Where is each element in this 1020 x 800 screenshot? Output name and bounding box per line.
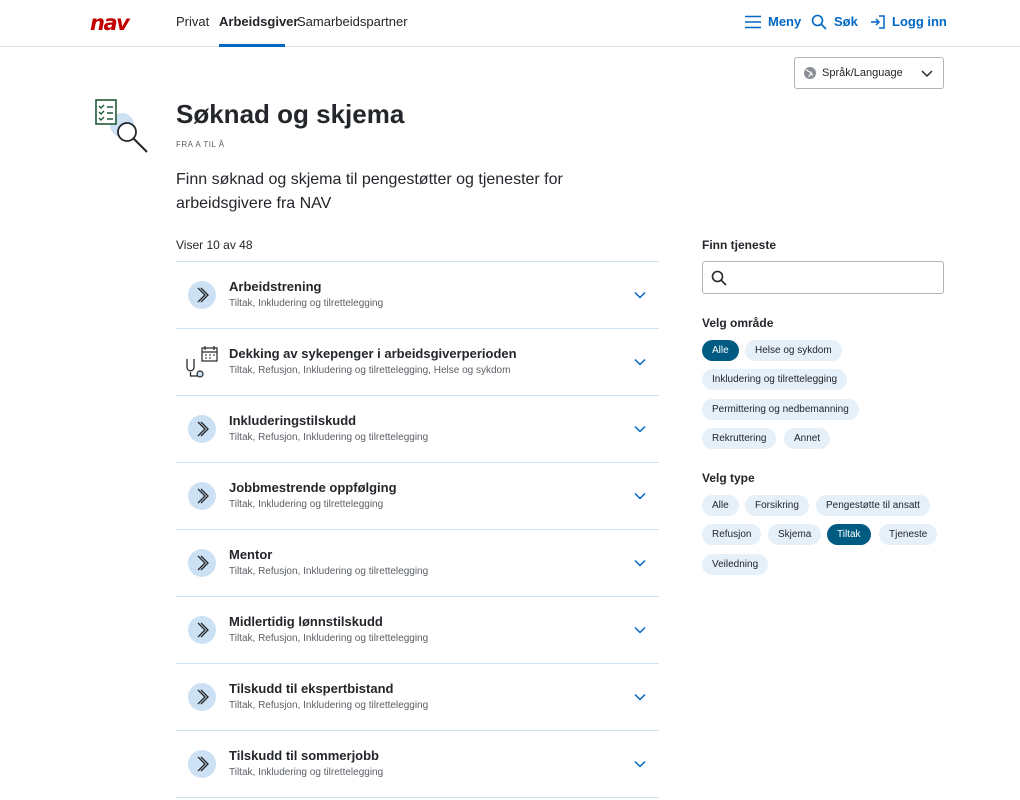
item-title: Mentor — [229, 547, 273, 562]
globe-icon — [804, 67, 816, 79]
result-count: Viser 10 av 48 — [176, 238, 253, 252]
type-filter-label: Velg type — [702, 471, 755, 485]
chevron-down-icon[interactable] — [634, 425, 646, 433]
search-field-label: Finn tjeneste — [702, 238, 777, 252]
type-chip-forsikring[interactable]: Forsikring — [745, 495, 809, 516]
language-label: Språk/Language — [822, 67, 903, 79]
chevron-circle-icon — [188, 482, 216, 510]
search-icon — [811, 14, 827, 30]
type-chip-pengestotte[interactable]: Pengestøtte til ansatt — [816, 495, 930, 516]
service-search-input[interactable] — [733, 266, 938, 289]
item-tags: Tiltak, Refusjon, Inkludering og tilrett… — [229, 432, 429, 443]
search-label: Søk — [834, 14, 858, 29]
service-search-field[interactable] — [702, 261, 944, 294]
chevron-circle-icon — [188, 281, 216, 309]
nav-link-privat[interactable]: Privat — [176, 14, 209, 30]
item-title: Jobbmestrende oppfølging — [229, 480, 397, 495]
list-item[interactable]: Tilskudd til sommerjobb Tiltak, Inkluder… — [176, 731, 659, 798]
chevron-circle-icon — [188, 549, 216, 577]
type-chip-skjema[interactable]: Skjema — [768, 524, 822, 545]
area-chip-permittering[interactable]: Permittering og nedbemanning — [702, 399, 859, 420]
list-item[interactable]: Mentor Tiltak, Refusjon, Inkludering og … — [176, 530, 659, 597]
type-chip-tiltak[interactable]: Tiltak — [827, 524, 871, 545]
area-chip-annet[interactable]: Annet — [784, 428, 831, 449]
area-chip-rekruttering[interactable]: Rekruttering — [702, 428, 777, 449]
chevron-down-icon[interactable] — [634, 559, 646, 567]
menu-button[interactable]: Meny — [745, 14, 801, 30]
chevron-circle-icon — [188, 415, 216, 443]
chevron-down-icon — [921, 70, 933, 78]
type-chip-veiledning[interactable]: Veiledning — [702, 554, 769, 575]
item-tags: Tiltak, Refusjon, Inkludering og tilrett… — [229, 633, 429, 644]
page-eyebrow: FRA A TIL Å — [176, 140, 225, 149]
login-button[interactable]: Logg inn — [870, 14, 947, 30]
nav-link-samarbeidspartner[interactable]: Samarbeidspartner — [297, 14, 408, 30]
list-item[interactable]: Inkluderingstilskudd Tiltak, Refusjon, I… — [176, 396, 659, 463]
item-tags: Tiltak, Inkludering og tilrettelegging — [229, 767, 384, 778]
item-tags: Tiltak, Refusjon, Inkludering og tilrett… — [229, 566, 429, 577]
item-tags: Tiltak, Inkludering og tilrettelegging — [229, 499, 384, 510]
chevron-down-icon[interactable] — [634, 492, 646, 500]
type-chip-alle[interactable]: Alle — [702, 495, 739, 516]
login-label: Logg inn — [892, 14, 947, 29]
search-button[interactable]: Søk — [811, 14, 858, 30]
search-icon — [711, 270, 727, 286]
result-list: Arbeidstrening Tiltak, Inkludering og ti… — [176, 261, 659, 798]
stethoscope-calendar-icon — [186, 346, 218, 378]
active-nav-indicator — [219, 44, 285, 47]
site-header: nav Privat Arbeidsgiver Samarbeidspartne… — [0, 0, 1020, 47]
area-chip-inkludering[interactable]: Inkludering og tilrettelegging — [702, 369, 848, 390]
chevron-down-icon[interactable] — [634, 760, 646, 768]
page-lead: Finn søknad og skjema til pengestøtter o… — [176, 171, 563, 212]
chevron-circle-icon — [188, 750, 216, 778]
item-title: Tilskudd til ekspertbistand — [229, 681, 394, 696]
area-chip-helse-og-sykdom[interactable]: Helse og sykdom — [745, 340, 842, 361]
item-title: Midlertidig lønnstilskudd — [229, 614, 383, 629]
nav-link-arbeidsgiver[interactable]: Arbeidsgiver — [219, 14, 298, 30]
chevron-down-icon[interactable] — [634, 626, 646, 634]
chevron-down-icon[interactable] — [634, 291, 646, 299]
hamburger-icon — [745, 15, 761, 29]
chevron-circle-icon — [188, 683, 216, 711]
item-title: Tilskudd til sommerjobb — [229, 748, 380, 763]
chevron-down-icon[interactable] — [634, 693, 646, 701]
item-title: Arbeidstrening — [229, 279, 322, 294]
item-title: Inkluderingstilskudd — [229, 413, 357, 428]
nav-logo[interactable]: nav — [90, 13, 130, 34]
area-filter-label: Velg område — [702, 316, 774, 330]
page-title: Søknad og skjema — [176, 99, 405, 129]
type-chip-tjeneste[interactable]: Tjeneste — [879, 524, 938, 545]
list-item[interactable]: Tilskudd til ekspertbistand Tiltak, Refu… — [176, 664, 659, 731]
checklist-magnifier-illustration-icon — [95, 99, 148, 153]
login-icon — [871, 15, 885, 29]
type-chip-refusjon[interactable]: Refusjon — [702, 524, 762, 545]
item-title: Dekking av sykepenger i arbeidsgiverperi… — [229, 346, 517, 361]
list-item[interactable]: Jobbmestrende oppfølging Tiltak, Inklude… — [176, 463, 659, 530]
item-tags: Tiltak, Refusjon, Inkludering og tilrett… — [229, 700, 429, 711]
chevron-circle-icon — [188, 616, 216, 644]
list-item[interactable]: Dekking av sykepenger i arbeidsgiverperi… — [176, 329, 659, 396]
menu-label: Meny — [768, 14, 802, 29]
item-tags: Tiltak, Inkludering og tilrettelegging — [229, 298, 384, 309]
item-tags: Tiltak, Refusjon, Inkludering og tilrett… — [229, 365, 511, 376]
area-chip-alle[interactable]: Alle — [702, 340, 739, 361]
list-item[interactable]: Midlertidig lønnstilskudd Tiltak, Refusj… — [176, 597, 659, 664]
language-select[interactable]: Språk/Language — [794, 57, 944, 89]
chevron-down-icon[interactable] — [634, 358, 646, 366]
list-item[interactable]: Arbeidstrening Tiltak, Inkludering og ti… — [176, 262, 659, 329]
